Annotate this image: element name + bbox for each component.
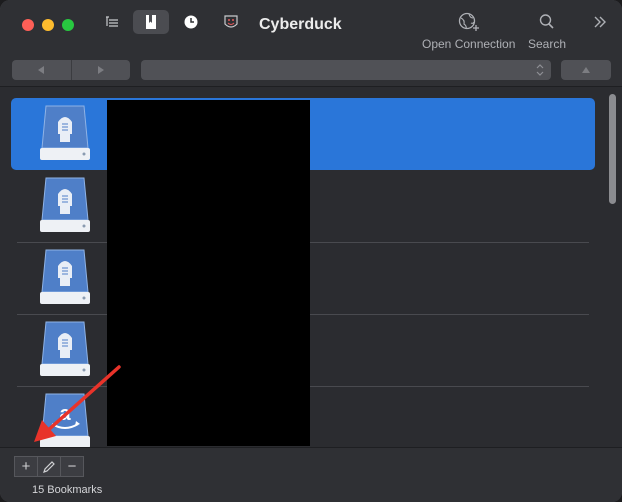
- remove-bookmark-button[interactable]: −: [60, 456, 84, 477]
- zoom-button[interactable]: [62, 19, 74, 31]
- minus-icon: −: [67, 458, 77, 475]
- close-button[interactable]: [22, 19, 34, 31]
- search-icon: [539, 14, 554, 29]
- search-label: Search: [528, 37, 567, 51]
- open-connection-label: Open Connection: [422, 37, 516, 51]
- ftp-drive-icon: [40, 105, 90, 160]
- history-view-button[interactable]: [173, 10, 209, 34]
- search-button[interactable]: Search: [528, 12, 566, 51]
- toolbar: Cyberduck Open Connection Search: [0, 0, 622, 56]
- svg-text:a: a: [59, 403, 71, 425]
- bottom-bar: + − 15 Bookmarks: [0, 447, 622, 502]
- parent-directory-button[interactable]: [561, 60, 611, 80]
- globe-plus-icon: [458, 12, 479, 31]
- ftp-drive-icon: [40, 177, 90, 232]
- bookmarks-view-button[interactable]: [133, 10, 169, 34]
- ftp-drive-icon: [40, 249, 90, 304]
- back-button[interactable]: [12, 60, 71, 80]
- path-selector[interactable]: [141, 60, 551, 80]
- back-arrow-icon: [38, 66, 45, 74]
- pencil-icon: [43, 460, 55, 473]
- bookmark-count-status: 15 Bookmarks: [32, 484, 103, 496]
- up-down-chevron-icon: [536, 64, 544, 76]
- double-chevron-right-icon: [594, 16, 606, 28]
- bookmark-book-icon: [146, 15, 156, 29]
- plus-icon: +: [21, 458, 31, 475]
- forward-button[interactable]: [72, 60, 131, 80]
- bonjour-icon: [224, 15, 238, 28]
- clock-icon: [184, 15, 198, 29]
- toolbar-overflow-button[interactable]: [592, 14, 608, 35]
- edit-bookmark-button[interactable]: [37, 456, 61, 477]
- up-triangle-icon: [582, 67, 590, 73]
- scrollbar-thumb[interactable]: [609, 94, 616, 204]
- open-connection-button[interactable]: Open Connection: [422, 12, 515, 51]
- bonjour-view-button[interactable]: [213, 10, 249, 34]
- ftp-drive-icon: [40, 321, 90, 376]
- minimize-button[interactable]: [42, 19, 54, 31]
- back-forward-control: [12, 60, 130, 80]
- navigation-bar: [0, 56, 622, 87]
- window-title: Cyberduck: [259, 16, 342, 33]
- redacted-bookmark-details: [107, 100, 310, 446]
- forward-arrow-icon: [97, 66, 104, 74]
- outline-list-icon: [106, 16, 118, 27]
- amazon-s3-drive-icon: a: [40, 393, 90, 447]
- cyberduck-window: Cyberduck Open Connection Search a + − 1…: [0, 0, 622, 502]
- browser-view-button[interactable]: [94, 10, 130, 34]
- add-bookmark-button[interactable]: +: [14, 456, 38, 477]
